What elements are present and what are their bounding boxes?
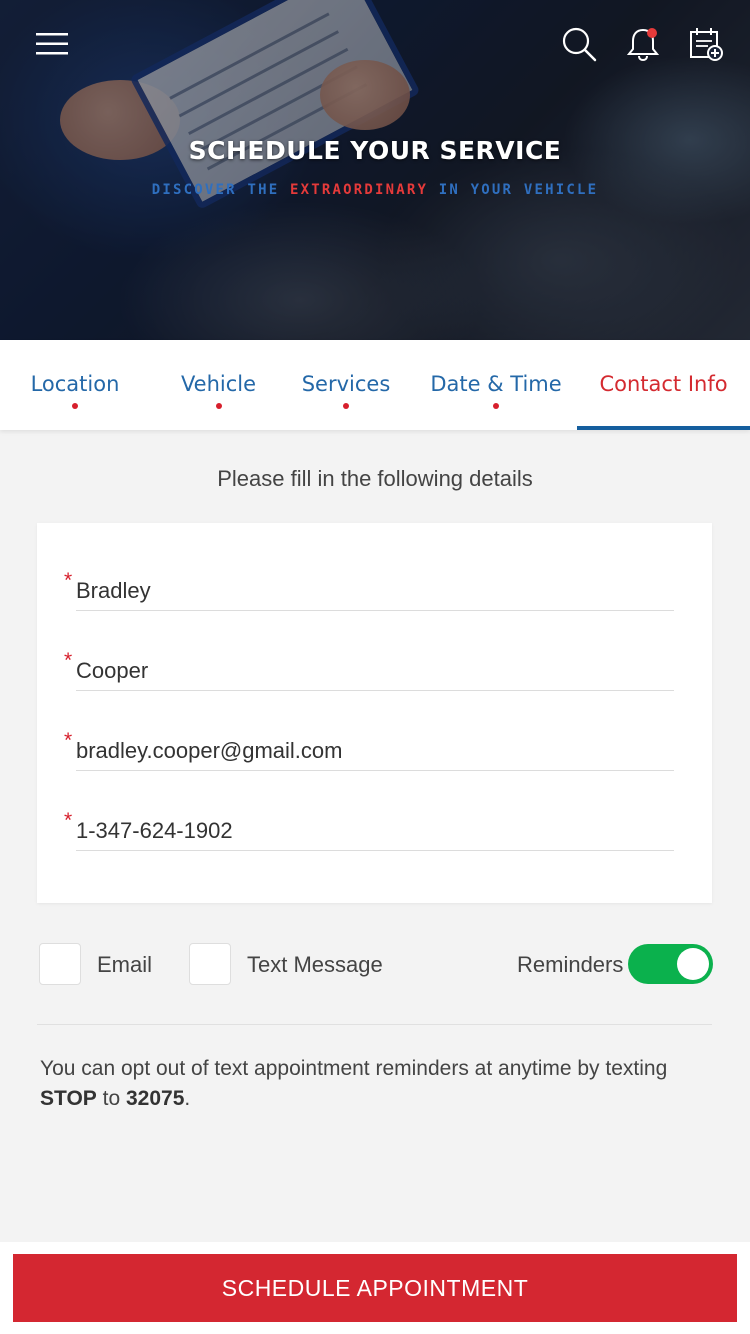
first-name-field: * [64,567,674,617]
required-marker: * [64,809,73,832]
required-marker: * [64,569,73,592]
reminders-label: Reminders [517,952,624,977]
menu-icon[interactable] [33,24,73,64]
tab-contact-info[interactable]: Contact Info [577,340,750,430]
tab-date-time[interactable]: Date & Time [415,340,577,430]
tab-label: Date & Time [430,372,562,396]
phone-input[interactable] [76,811,674,851]
last-name-input[interactable] [76,651,674,691]
required-marker: * [64,649,73,672]
tab-label: Contact Info [599,372,728,396]
tab-vehicle[interactable]: Vehicle [150,340,287,430]
hero-banner: SCHEDULE YOUR SERVICE DISCOVER THE EXTRA… [0,0,750,340]
optout-text: You can opt out of text appointment remi… [40,1057,668,1080]
subtitle-text: DISCOVER THE [151,182,290,198]
page-title: SCHEDULE YOUR SERVICE [188,136,562,165]
optout-notice: You can opt out of text appointment remi… [40,1054,710,1114]
completed-dot [72,403,78,409]
email-input[interactable] [76,731,674,771]
bell-icon[interactable] [623,24,663,64]
tab-label: Services [301,372,391,396]
subtitle-accent-text: EXTRAORDINARY [289,182,429,198]
optout-number: 32075 [125,1087,185,1110]
text-message-checkbox-label: Text Message [247,952,383,977]
last-name-field: * [64,647,674,697]
form-instructions: Please fill in the following details [217,466,533,491]
calendar-add-icon[interactable] [686,24,726,64]
tab-label: Vehicle [180,372,257,396]
search-icon[interactable] [559,24,599,64]
tab-services[interactable]: Services [287,340,405,430]
optout-text: to [96,1087,126,1110]
divider [37,1024,712,1025]
email-checkbox[interactable] [39,943,81,985]
text-message-checkbox[interactable] [189,943,231,985]
toggle-knob [677,948,709,980]
optout-keyword: STOP [40,1087,97,1110]
tab-location[interactable]: Location [0,340,150,430]
optout-text: . [184,1087,191,1110]
email-checkbox-label: Email [97,952,153,977]
reminders-toggle[interactable] [628,944,713,984]
completed-dot [343,403,349,409]
contact-form-card: * * * * [37,523,712,903]
schedule-appointment-button[interactable]: SCHEDULE APPOINTMENT [13,1254,737,1322]
subtitle-text: IN YOUR VEHICLE [428,182,599,198]
first-name-input[interactable] [76,571,674,611]
footer-bar: SCHEDULE APPOINTMENT [0,1242,750,1334]
email-field: * [64,727,674,777]
page-subtitle: DISCOVER THE EXTRAORDINARY IN YOUR VEHIC… [0,182,750,198]
completed-dot [215,403,222,409]
step-tabs: Location Vehicle Services Date & Time Co… [0,340,750,430]
required-marker: * [64,729,73,752]
completed-dot [493,403,499,409]
tab-label: Location [30,372,120,396]
notification-dot [647,28,657,38]
phone-field: * [64,807,674,857]
